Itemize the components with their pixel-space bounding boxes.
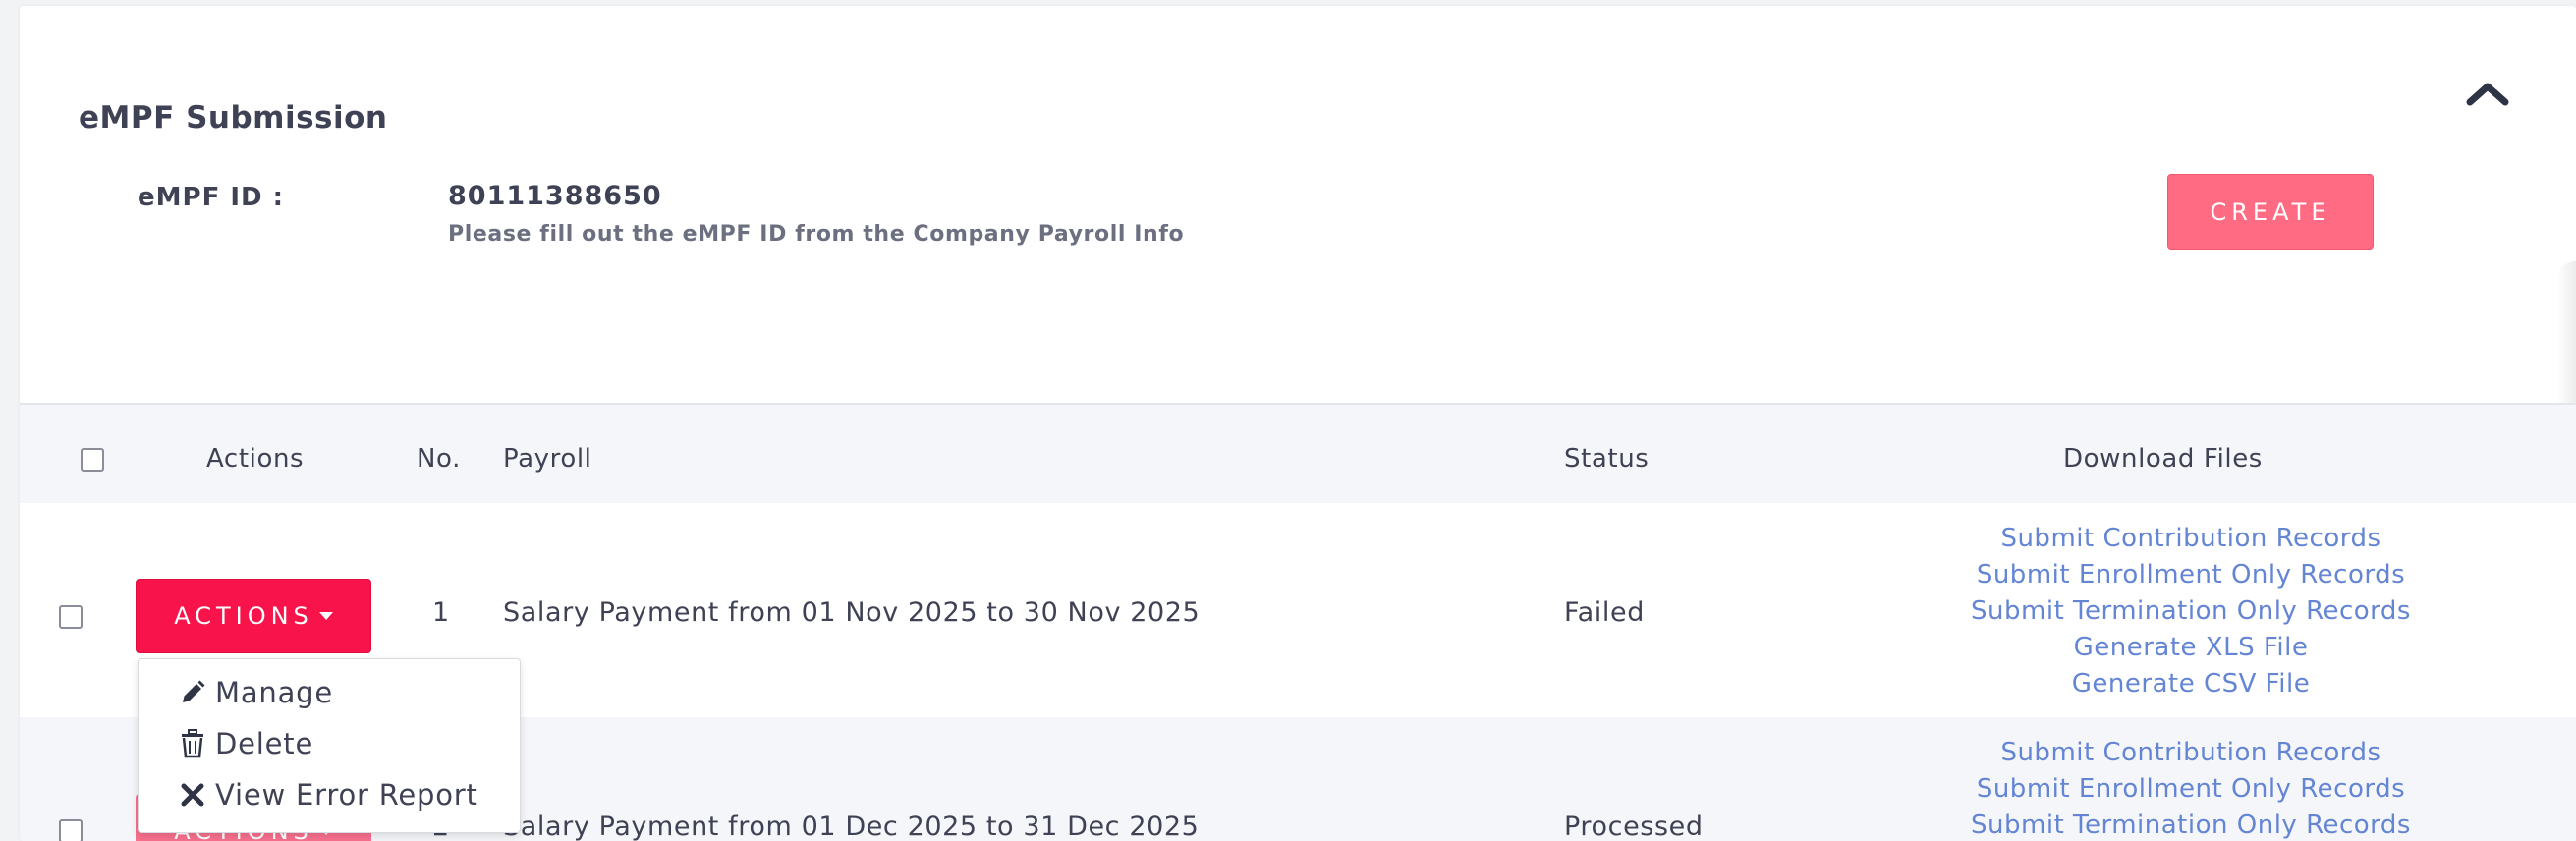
row-checkbox[interactable] bbox=[59, 819, 83, 841]
row-number: 1 bbox=[432, 597, 450, 628]
download-links: Submit Contribution Records Submit Enrol… bbox=[1847, 735, 2535, 841]
submit-contribution-records-link[interactable]: Submit Contribution Records bbox=[1847, 735, 2535, 771]
menu-item-label: Delete bbox=[215, 727, 314, 760]
menu-item-manage[interactable]: Manage bbox=[178, 671, 512, 714]
submit-enrollment-only-records-link[interactable]: Submit Enrollment Only Records bbox=[1847, 557, 2535, 593]
caret-down-icon bbox=[318, 612, 333, 620]
submit-termination-only-records-link[interactable]: Submit Termination Only Records bbox=[1847, 593, 2535, 630]
actions-dropdown-menu: Manage Delete View Error Report bbox=[138, 658, 521, 833]
table-header: Actions No. Payroll Status Download File… bbox=[20, 405, 2576, 503]
actions-dropdown-button[interactable]: ACTIONS bbox=[136, 579, 371, 653]
trash-icon bbox=[178, 729, 207, 758]
empf-submission-card: eMPF Submission eMPF ID : 80111388650 Pl… bbox=[20, 6, 2576, 841]
empf-id-hint: Please fill out the eMPF ID from the Com… bbox=[448, 222, 1185, 247]
row-payroll: Salary Payment from 01 Nov 2025 to 30 No… bbox=[503, 597, 1201, 628]
actions-button-label: ACTIONS bbox=[174, 602, 313, 630]
row-payroll: Salary Payment from 01 Dec 2025 to 31 De… bbox=[503, 812, 1200, 841]
submit-enrollment-only-records-link[interactable]: Submit Enrollment Only Records bbox=[1847, 771, 2535, 808]
header-actions: Actions bbox=[206, 444, 305, 474]
header-status: Status bbox=[1564, 444, 1650, 474]
chevron-up-icon[interactable] bbox=[2464, 75, 2511, 108]
download-links: Submit Contribution Records Submit Enrol… bbox=[1847, 521, 2535, 702]
select-all-checkbox[interactable] bbox=[81, 448, 104, 472]
header-download-files: Download Files bbox=[2063, 444, 2263, 474]
row-status: Failed bbox=[1564, 597, 1645, 628]
menu-item-view-error-report[interactable]: View Error Report bbox=[178, 773, 512, 816]
pencil-icon bbox=[178, 678, 207, 707]
menu-item-delete[interactable]: Delete bbox=[178, 722, 512, 765]
generate-xls-file-link[interactable]: Generate XLS File bbox=[1847, 630, 2535, 666]
section-title: eMPF Submission bbox=[79, 100, 388, 136]
row-checkbox[interactable] bbox=[59, 605, 83, 629]
generate-csv-file-link[interactable]: Generate CSV File bbox=[1847, 666, 2535, 702]
submit-contribution-records-link[interactable]: Submit Contribution Records bbox=[1847, 521, 2535, 557]
empf-id-value: 80111388650 bbox=[448, 181, 662, 211]
header-payroll: Payroll bbox=[503, 444, 592, 474]
empf-id-label: eMPF ID : bbox=[138, 183, 285, 212]
header-no: No. bbox=[417, 444, 461, 474]
menu-item-label: View Error Report bbox=[215, 778, 478, 812]
menu-item-label: Manage bbox=[215, 676, 333, 709]
close-x-icon bbox=[178, 780, 207, 810]
submit-termination-only-records-link[interactable]: Submit Termination Only Records bbox=[1847, 808, 2535, 841]
row-status: Processed bbox=[1564, 812, 1704, 841]
create-button[interactable]: CREATE bbox=[2167, 174, 2374, 250]
